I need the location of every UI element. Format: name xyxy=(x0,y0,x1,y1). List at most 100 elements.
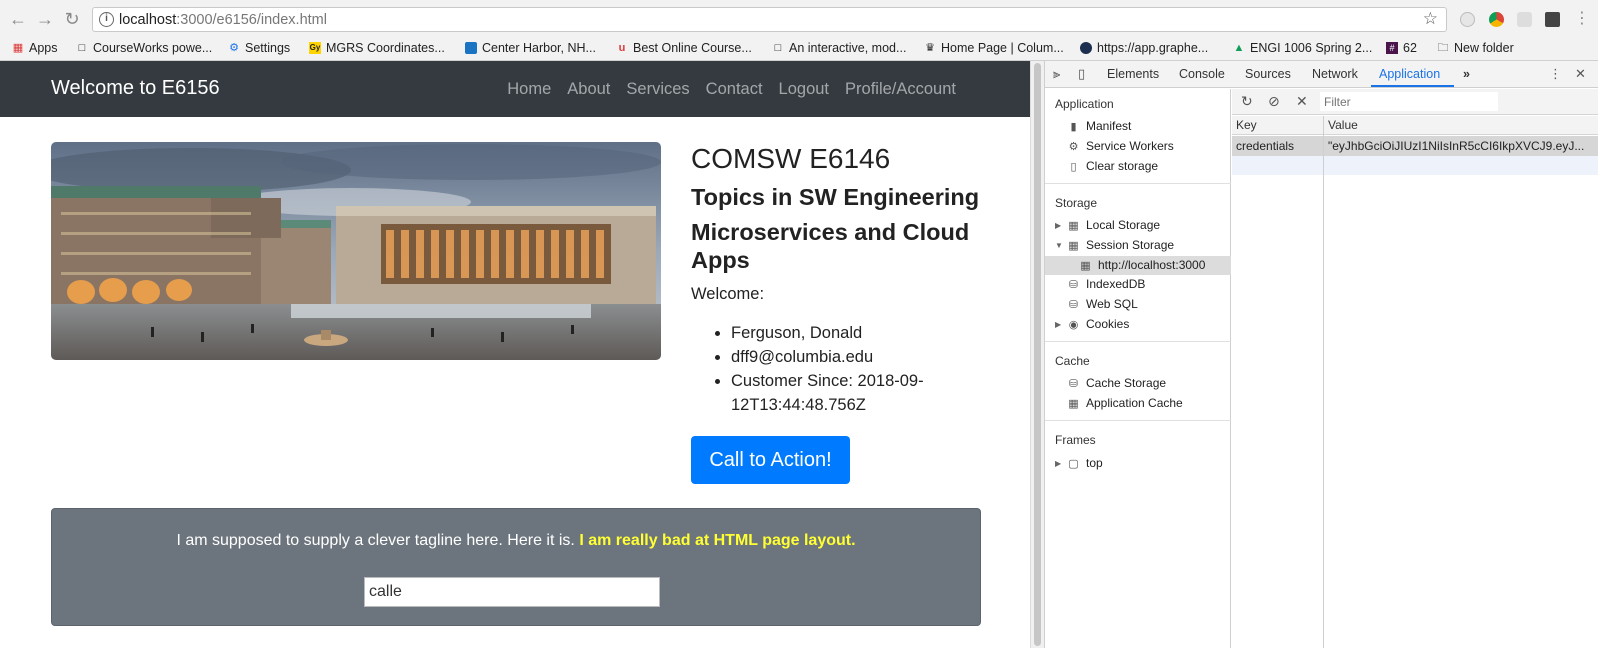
bookmark-apps[interactable]: ▦ Apps xyxy=(12,41,58,55)
refresh-icon[interactable]: ↻ xyxy=(1241,93,1253,110)
info-icon[interactable]: i xyxy=(99,12,114,27)
welcome-label: Welcome: xyxy=(691,285,765,303)
crown-icon: ♛ xyxy=(925,42,935,54)
bookmark-online-course[interactable]: u Best Online Course... xyxy=(616,41,752,55)
bookmark-mgrs[interactable]: Gy MGRS Coordinates... xyxy=(309,41,445,55)
nav-link-home[interactable]: Home xyxy=(507,80,551,99)
top-navbar: Welcome to E6156 Home About Services Con… xyxy=(0,61,1030,117)
close-devtools-icon[interactable]: ✕ xyxy=(1575,66,1586,82)
forward-arrow-icon[interactable]: → xyxy=(35,9,55,29)
trash-icon: ▯ xyxy=(1070,160,1077,173)
column-divider[interactable] xyxy=(1323,116,1324,648)
expand-right-icon[interactable]: ▶ xyxy=(1055,459,1065,468)
bookmark-engi[interactable]: ▲ ENGI 1006 Spring 2... xyxy=(1233,41,1373,55)
empty-table-row[interactable] xyxy=(1232,156,1598,175)
tagline-input[interactable] xyxy=(364,577,660,607)
sidebar-item-local-storage[interactable]: ▶ ▦ Local Storage xyxy=(1055,218,1160,232)
bookmark-columbia[interactable]: ♛ Home Page | Colum... xyxy=(924,41,1064,55)
bookmark-courseworks[interactable]: □ CourseWorks powe... xyxy=(76,41,213,55)
grid-table-icon: ▦ xyxy=(1068,239,1079,252)
sidebar-label: Session Storage xyxy=(1086,238,1175,252)
scrollbar-thumb[interactable] xyxy=(1034,63,1041,646)
column-value[interactable]: Value xyxy=(1328,118,1358,132)
column-key[interactable]: Key xyxy=(1236,118,1257,132)
extension-b-icon[interactable] xyxy=(1545,12,1560,27)
expand-right-icon[interactable]: ▶ xyxy=(1055,320,1065,329)
navbar-brand[interactable]: Welcome to E6156 xyxy=(51,77,220,100)
sidebar-label: Application Cache xyxy=(1086,396,1183,410)
sidebar-item-cache-storage[interactable]: ⛁ Cache Storage xyxy=(1067,376,1166,390)
gear-icon: ⚙ xyxy=(1068,140,1079,153)
tab-application[interactable]: Application xyxy=(1379,67,1440,81)
page-scrollbar[interactable] xyxy=(1030,61,1044,648)
expand-right-icon[interactable]: ▶ xyxy=(1055,221,1065,230)
tab-console[interactable]: Console xyxy=(1179,67,1225,81)
chrome-extension-icon[interactable] xyxy=(1489,12,1504,27)
grid-table-icon: ▦ xyxy=(1068,397,1079,410)
sidebar-label: Local Storage xyxy=(1086,218,1161,232)
tagline-highlight: I am really bad at HTML page layout. xyxy=(579,532,856,549)
more-tabs-icon[interactable]: » xyxy=(1463,67,1470,81)
sidebar-item-application-cache[interactable]: ▦ Application Cache xyxy=(1067,396,1183,410)
menu-kebab-icon[interactable]: ⋮ xyxy=(1572,9,1592,29)
sidebar-item-top-frame[interactable]: ▶ ▢ top xyxy=(1055,456,1103,470)
sidebar-item-session-storage[interactable]: ▼ ▦ Session Storage xyxy=(1055,238,1174,252)
tab-network[interactable]: Network xyxy=(1312,67,1358,81)
sidebar-divider xyxy=(1045,183,1231,184)
bookmark-label: MGRS Coordinates... xyxy=(326,41,445,55)
sidebar-item-web-sql[interactable]: ⛁ Web SQL xyxy=(1067,297,1138,311)
sidebar-item-clear-storage[interactable]: ▯ Clear storage xyxy=(1067,159,1158,173)
nav-link-services[interactable]: Services xyxy=(626,80,689,99)
bookmark-label: ENGI 1006 Spring 2... xyxy=(1250,41,1373,55)
extension-circle-icon[interactable] xyxy=(1460,12,1475,27)
row-value: "eyJhbGciOiJIUzI1NiIsInR5cCI6IkpXVCJ9.ey… xyxy=(1328,139,1585,153)
nav-link-profile[interactable]: Profile/Account xyxy=(845,80,956,99)
url-text[interactable]: localhost:3000/e6156/index.html xyxy=(119,12,327,28)
row-key: credentials xyxy=(1236,139,1295,153)
bookmark-graphe[interactable]: https://app.graphe... xyxy=(1080,41,1208,55)
sidebar-item-service-workers[interactable]: ⚙ Service Workers xyxy=(1067,139,1174,153)
site-icon xyxy=(465,42,477,54)
bookmark-slack[interactable]: #62 xyxy=(1386,41,1417,55)
nav-link-contact[interactable]: Contact xyxy=(706,80,763,99)
devtools-panel: ⫸ ▯ Elements Console Sources Network App… xyxy=(1044,61,1598,648)
bookmark-star-icon[interactable]: ☆ xyxy=(1423,9,1438,29)
bookmark-settings[interactable]: ⚙ Settings xyxy=(228,41,290,55)
nav-link-about[interactable]: About xyxy=(567,80,610,99)
back-arrow-icon[interactable]: ← xyxy=(8,9,28,29)
bookmark-center-harbor[interactable]: Center Harbor, NH... xyxy=(465,41,596,55)
user-details-list: Ferguson, Donald dff9@columbia.edu Custo… xyxy=(731,321,991,417)
tab-sources[interactable]: Sources xyxy=(1245,67,1291,81)
extension-lock-icon[interactable] xyxy=(1517,12,1532,27)
tagline-text: I am supposed to supply a clever tagline… xyxy=(52,532,980,550)
inspect-element-icon[interactable]: ⫸ xyxy=(1053,66,1060,82)
course-code-heading: COMSW E6146 xyxy=(691,143,891,174)
address-bar[interactable]: i localhost:3000/e6156/index.html ☆ xyxy=(92,7,1447,32)
sidebar-item-localhost-session[interactable]: ▦ http://localhost:3000 xyxy=(1079,258,1205,272)
call-to-action-button[interactable]: Call to Action! xyxy=(691,436,850,484)
tab-elements[interactable]: Elements xyxy=(1107,67,1159,81)
delete-selected-icon[interactable]: ✕ xyxy=(1296,93,1308,110)
sidebar-item-indexeddb[interactable]: ⛁ IndexedDB xyxy=(1067,277,1145,291)
sidebar-item-cookies[interactable]: ▶ ◉ Cookies xyxy=(1055,317,1129,331)
user-name: Ferguson, Donald xyxy=(731,321,991,345)
tagline-jumbotron: I am supposed to supply a clever tagline… xyxy=(51,508,981,626)
reload-icon[interactable]: ↻ xyxy=(62,9,82,29)
table-row[interactable]: credentials "eyJhbGciOiJIUzI1NiIsInR5cCI… xyxy=(1232,136,1598,156)
nav-link-logout[interactable]: Logout xyxy=(779,80,829,99)
user-email: dff9@columbia.edu xyxy=(731,345,991,369)
devtools-menu-icon[interactable]: ⋮ xyxy=(1549,66,1562,82)
expand-down-icon[interactable]: ▼ xyxy=(1055,241,1065,250)
table-header: Key Value xyxy=(1232,116,1598,135)
sidebar-item-manifest[interactable]: ▮ Manifest xyxy=(1067,119,1131,133)
bookmark-new-folder[interactable]: 🗀 New folder xyxy=(1437,41,1514,55)
device-toolbar-icon[interactable]: ▯ xyxy=(1078,66,1085,82)
filter-input[interactable] xyxy=(1320,92,1498,111)
sidebar-label: http://localhost:3000 xyxy=(1098,258,1206,272)
drive-icon: ▲ xyxy=(1233,42,1245,54)
clear-all-icon[interactable]: ⊘ xyxy=(1268,93,1280,110)
sidebar-divider xyxy=(1045,341,1231,342)
sidebar-head-cache: Cache xyxy=(1055,354,1090,368)
bookmark-label: Best Online Course... xyxy=(633,41,752,55)
bookmark-interactive[interactable]: □ An interactive, mod... xyxy=(772,41,907,55)
